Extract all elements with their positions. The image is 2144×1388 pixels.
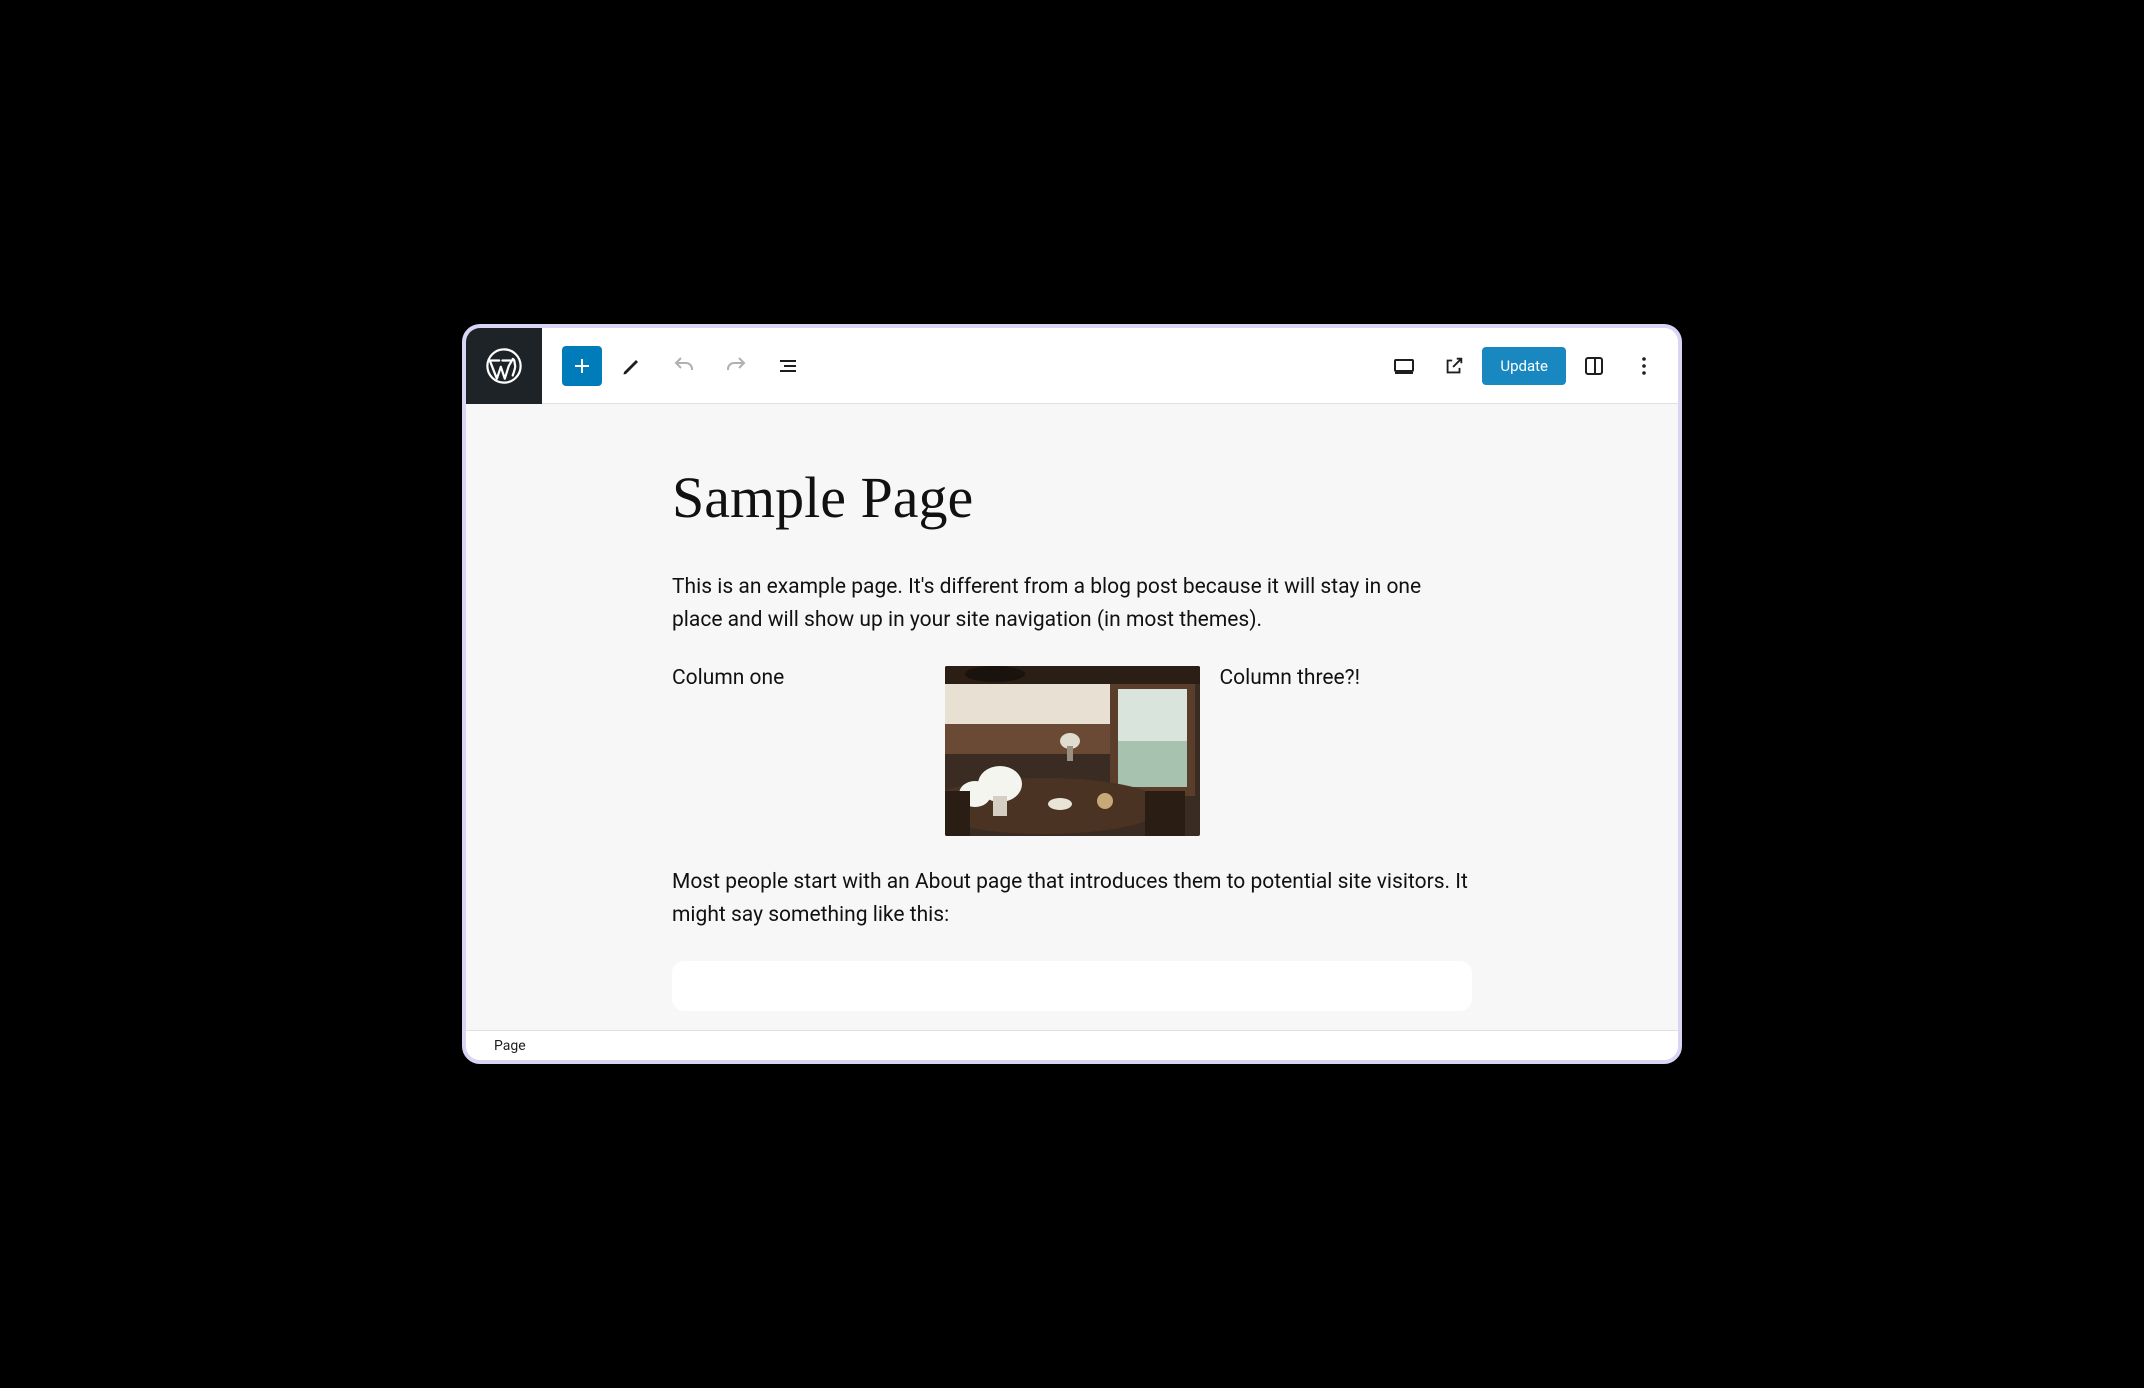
external-link-icon bbox=[1443, 355, 1465, 377]
toolbar-right-group: Update bbox=[1382, 344, 1678, 388]
dining-room-image bbox=[945, 666, 1200, 836]
redo-icon bbox=[724, 354, 748, 378]
top-toolbar: Update bbox=[466, 328, 1678, 404]
options-button[interactable] bbox=[1622, 344, 1666, 388]
quote-block-peek[interactable] bbox=[672, 961, 1472, 1011]
list-view-icon bbox=[776, 354, 800, 378]
external-preview-button[interactable] bbox=[1432, 344, 1476, 388]
undo-icon bbox=[672, 354, 696, 378]
column-one[interactable]: Column one bbox=[672, 666, 925, 836]
column-three[interactable]: Column three?! bbox=[1220, 666, 1473, 836]
tools-button[interactable] bbox=[610, 344, 654, 388]
pencil-icon bbox=[620, 354, 644, 378]
wordpress-icon bbox=[485, 347, 523, 385]
block-inserter-button[interactable] bbox=[562, 346, 602, 386]
editor-canvas[interactable]: Sample Page This is an example page. It'… bbox=[466, 404, 1678, 1030]
page-title[interactable]: Sample Page bbox=[672, 464, 1472, 531]
plus-icon bbox=[570, 354, 594, 378]
settings-sidebar-button[interactable] bbox=[1572, 344, 1616, 388]
column-two-image[interactable] bbox=[945, 666, 1200, 836]
editor-window: Update Sample Page This is an example pa… bbox=[462, 324, 1682, 1064]
breadcrumb-bar: Page bbox=[466, 1030, 1678, 1060]
columns-block[interactable]: Column one bbox=[672, 666, 1472, 836]
page-content: Sample Page This is an example page. It'… bbox=[672, 404, 1472, 1030]
about-paragraph[interactable]: Most people start with an About page tha… bbox=[672, 866, 1472, 931]
document-overview-button[interactable] bbox=[766, 344, 810, 388]
intro-paragraph[interactable]: This is an example page. It's different … bbox=[672, 571, 1472, 636]
redo-button[interactable] bbox=[714, 344, 758, 388]
sidebar-icon bbox=[1582, 354, 1606, 378]
update-button[interactable]: Update bbox=[1482, 347, 1566, 385]
breadcrumb-item[interactable]: Page bbox=[494, 1038, 526, 1054]
desktop-icon bbox=[1392, 354, 1416, 378]
toolbar-left-group bbox=[542, 344, 810, 388]
more-vertical-icon bbox=[1632, 354, 1656, 378]
undo-button[interactable] bbox=[662, 344, 706, 388]
wordpress-logo-button[interactable] bbox=[466, 328, 542, 404]
view-button[interactable] bbox=[1382, 344, 1426, 388]
